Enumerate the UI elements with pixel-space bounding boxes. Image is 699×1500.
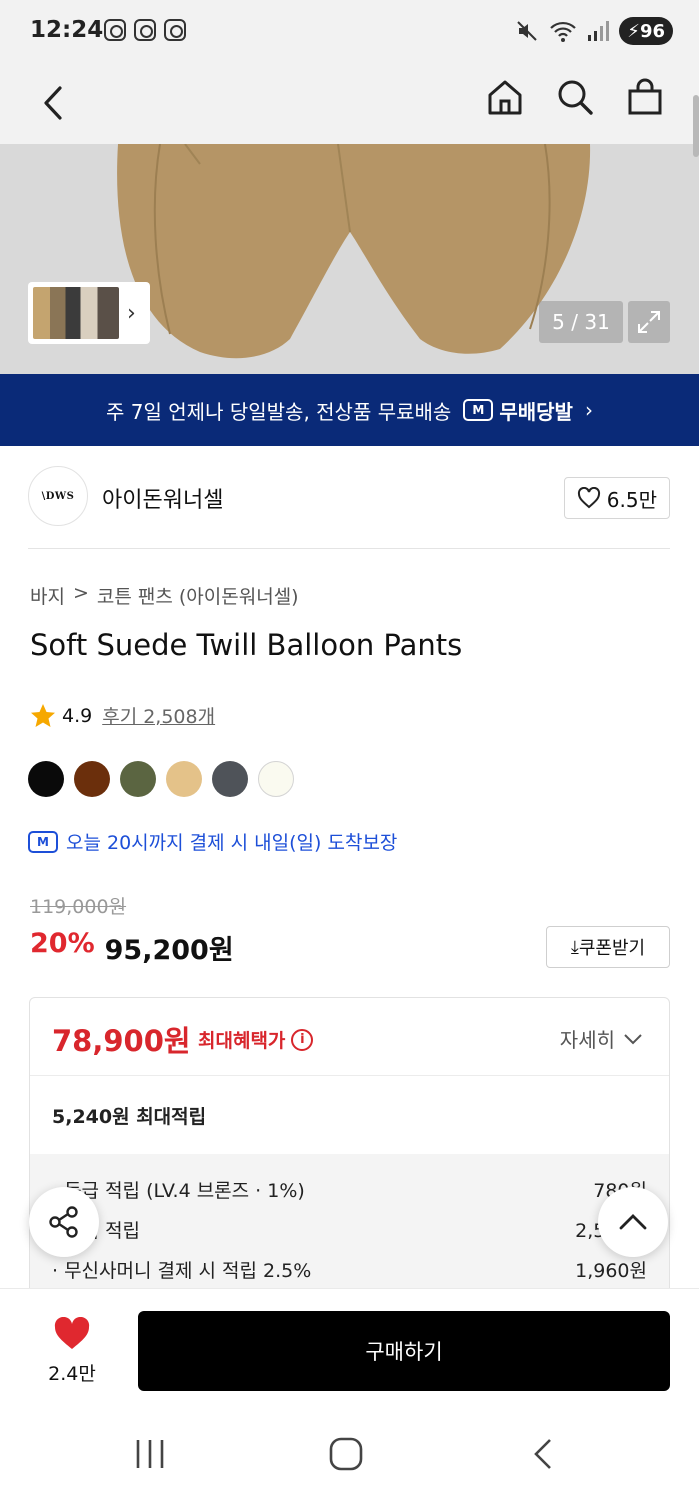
recent-apps-icon[interactable] bbox=[134, 1436, 166, 1472]
coupon-label: 쿠폰받기 bbox=[578, 938, 646, 959]
mute-icon bbox=[517, 21, 538, 41]
color-swatch-black[interactable] bbox=[28, 761, 64, 797]
brand-like-count: 6.5만 bbox=[606, 487, 657, 512]
expand-icon[interactable] bbox=[628, 301, 670, 343]
max-benefit-label: 최대혜택가 i bbox=[198, 1026, 314, 1053]
coupon-button[interactable]: ⤓ 쿠폰받기 bbox=[546, 926, 670, 968]
heart-filled-icon bbox=[54, 1316, 90, 1349]
nav-actions bbox=[485, 77, 665, 117]
download-icon: ⤓ bbox=[570, 936, 579, 958]
chevron-right-icon: › bbox=[127, 300, 136, 326]
notification-icons bbox=[104, 19, 186, 41]
delivery-guarantee: M 오늘 20시까지 결제 시 내일(일) 도착보장 bbox=[28, 828, 397, 855]
brand-name[interactable]: 아이돈워너셀 bbox=[102, 482, 223, 514]
battery-level: 96 bbox=[639, 20, 665, 42]
color-swatch-charcoal[interactable] bbox=[212, 761, 248, 797]
sale-price: 95,200원 bbox=[104, 935, 234, 966]
brand-like-button[interactable]: 6.5만 bbox=[563, 477, 670, 519]
discount-rate: 20% bbox=[30, 928, 95, 959]
breadcrumb: 바지 > 코튼 팬츠 (아이돈워너셀) bbox=[30, 582, 299, 609]
brand-row[interactable]: \DWS 아이돈워너셀 6.5만 bbox=[28, 466, 670, 528]
color-swatch-olive[interactable] bbox=[120, 761, 156, 797]
system-nav-bar bbox=[0, 1412, 699, 1500]
rating-value: 4.9 bbox=[62, 704, 93, 727]
promo-text: 주 7일 언제나 당일발송, 전상품 무료배송 bbox=[106, 399, 452, 424]
product-title: Soft Suede Twill Balloon Pants bbox=[30, 628, 463, 662]
detail-toggle[interactable]: 자세히 bbox=[560, 1024, 643, 1053]
status-bar: 12:24 ⚡ 96 bbox=[0, 0, 699, 62]
truck-icon: M bbox=[28, 830, 58, 853]
color-swatches bbox=[28, 761, 294, 797]
back-icon[interactable] bbox=[36, 80, 72, 126]
breadcrumb-separator: > bbox=[72, 582, 89, 604]
buy-button[interactable]: 구매하기 bbox=[138, 1311, 670, 1391]
image-counter: 5 / 31 bbox=[539, 301, 623, 343]
wishlist-button[interactable]: 2.4만 bbox=[32, 1316, 112, 1386]
screenshot-icon bbox=[104, 19, 126, 41]
bolt-icon: ⚡ bbox=[627, 20, 640, 42]
points-total: 5,240원 최대적립 bbox=[52, 1106, 207, 1128]
wishlist-count: 2.4만 bbox=[48, 1363, 96, 1385]
star-icon bbox=[31, 703, 55, 727]
max-benefit-price: 78,900원 bbox=[52, 1024, 191, 1058]
benefit-header[interactable]: 78,900원 최대혜택가 i 자세히 bbox=[30, 998, 669, 1076]
rating-row: 4.9 후기 2,508개 bbox=[30, 702, 215, 729]
review-link[interactable]: 후기 2,508개 bbox=[102, 702, 215, 729]
battery-indicator: ⚡ 96 bbox=[619, 17, 673, 45]
color-swatch-brown[interactable] bbox=[74, 761, 110, 797]
points-item: · 등급 적립 (LV.4 브론즈 · 1%) 780원 bbox=[52, 1176, 647, 1216]
status-right: ⚡ 96 bbox=[515, 17, 673, 45]
chevron-right-icon: › bbox=[584, 398, 593, 422]
benefit-box: 78,900원 최대혜택가 i 자세히 5,240원 최대적립 · 등급 적립 … bbox=[29, 997, 670, 1297]
thumbnail-strip[interactable]: › bbox=[28, 282, 150, 344]
instagram-icon bbox=[164, 19, 186, 41]
chevron-up-icon bbox=[619, 1214, 647, 1230]
delivery-text: 오늘 20시까지 결제 시 내일(일) 도착보장 bbox=[66, 832, 398, 854]
original-price: 119,000원 bbox=[30, 896, 127, 918]
wifi-icon bbox=[550, 21, 577, 42]
divider bbox=[28, 548, 670, 549]
color-swatch-beige[interactable] bbox=[166, 761, 202, 797]
top-nav bbox=[0, 62, 699, 144]
detail-label: 자세히 bbox=[559, 1028, 615, 1052]
points-list: · 등급 적립 (LV.4 브론즈 · 1%) 780원 · 후기 적립 2,5… bbox=[30, 1154, 669, 1296]
brand-logo[interactable]: \DWS bbox=[28, 466, 88, 526]
share-button[interactable] bbox=[29, 1187, 99, 1257]
bottom-action-bar: 2.4만 구매하기 bbox=[0, 1288, 699, 1412]
price-row: 20% 95,200원 bbox=[30, 928, 234, 967]
status-time: 12:24 bbox=[30, 17, 104, 43]
back-nav-icon[interactable] bbox=[530, 1436, 556, 1472]
color-swatch-ivory[interactable] bbox=[258, 761, 294, 797]
product-image[interactable]: › 5 / 31 bbox=[0, 144, 699, 374]
breadcrumb-category[interactable]: 바지 bbox=[30, 582, 65, 609]
points-item: · 후기 적립 2,500원 bbox=[52, 1216, 647, 1256]
breadcrumb-subcategory[interactable]: 코튼 팬츠 (아이돈워너셀) bbox=[97, 582, 299, 609]
max-benefit-label-text: 최대혜택가 bbox=[198, 1030, 286, 1052]
info-icon[interactable]: i bbox=[291, 1028, 314, 1051]
truck-icon: M bbox=[463, 399, 494, 421]
scrollbar[interactable] bbox=[693, 95, 699, 157]
signal-icon bbox=[588, 21, 610, 41]
cart-icon[interactable] bbox=[625, 77, 665, 117]
search-icon[interactable] bbox=[555, 77, 595, 117]
promo-banner[interactable]: 주 7일 언제나 당일발송, 전상품 무료배송 M 무배당발 › bbox=[0, 374, 699, 446]
promo-logo-text: 무배당발 bbox=[499, 399, 573, 424]
scroll-top-button[interactable] bbox=[598, 1187, 668, 1257]
chevron-down-icon bbox=[624, 1033, 642, 1044]
thumbnail-image bbox=[33, 287, 119, 339]
promo-logo: M 무배당발 bbox=[463, 396, 573, 425]
instagram-icon bbox=[134, 19, 156, 41]
heart-outline-icon bbox=[577, 487, 600, 509]
home-icon[interactable] bbox=[485, 77, 525, 117]
share-icon bbox=[49, 1206, 78, 1238]
home-nav-icon[interactable] bbox=[328, 1436, 364, 1472]
